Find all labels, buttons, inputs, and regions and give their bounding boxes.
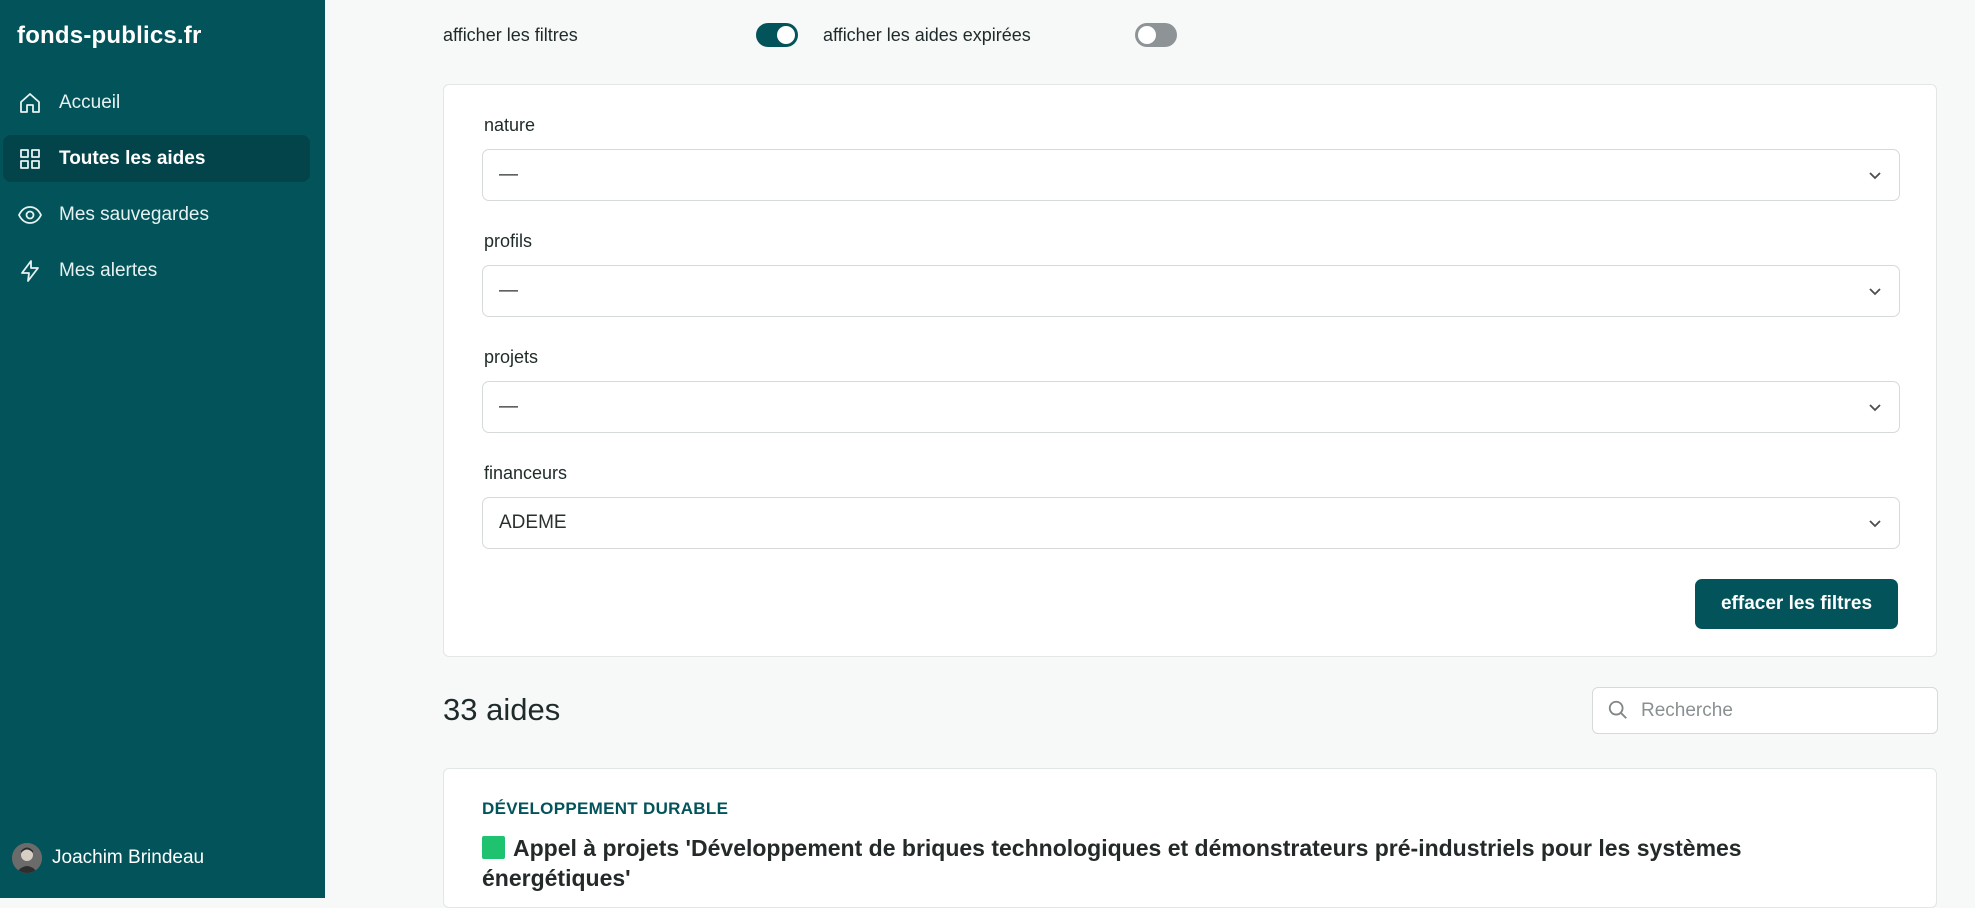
main-content: afficher les filtres afficher les aides … [325, 0, 1975, 908]
filter-nature: nature — [482, 115, 1900, 201]
filter-label: profils [484, 231, 533, 251]
sidebar-item-label: Accueil [59, 91, 121, 113]
chevron-down-icon [1865, 513, 1885, 533]
search-icon [1607, 699, 1631, 723]
home-icon [17, 90, 43, 116]
sidebar-nav: Accueil Toutes les aides Mes sauvegardes… [3, 79, 310, 303]
show-expired-toggle[interactable] [1135, 23, 1177, 47]
toggle-bar: afficher les filtres afficher les aides … [443, 18, 1177, 52]
filter-projets: projets — [482, 347, 1900, 433]
search-box[interactable] [1592, 687, 1938, 734]
filter-financeurs: financeurs ADEME [482, 463, 1900, 549]
sidebar-item-label: Mes sauvegardes [59, 203, 209, 225]
select-value: — [499, 164, 518, 185]
select-value: — [499, 280, 518, 301]
status-square-icon [482, 836, 505, 859]
filters-panel: nature — profils — projets — financeurs … [443, 84, 1937, 657]
show-filters-label: afficher les filtres [443, 24, 578, 45]
user-name: Joachim Brindeau [52, 847, 205, 868]
projets-select[interactable]: — [482, 381, 1900, 433]
sidebar-item-mes-sauvegardes[interactable]: Mes sauvegardes [3, 191, 310, 238]
toggle-knob [777, 26, 795, 44]
sidebar: fonds-publics.fr Accueil Toutes les aide… [0, 0, 325, 898]
chevron-down-icon [1865, 281, 1885, 301]
search-input[interactable] [1641, 699, 1921, 722]
sidebar-item-accueil[interactable]: Accueil [3, 79, 310, 126]
filter-label: financeurs [484, 463, 568, 483]
toggle-knob [1138, 26, 1156, 44]
filter-profils: profils — [482, 231, 1900, 317]
sidebar-item-label: Mes alertes [59, 259, 158, 281]
sidebar-item-toutes-les-aides[interactable]: Toutes les aides [3, 135, 310, 182]
chevron-down-icon [1865, 397, 1885, 417]
chevron-down-icon [1865, 165, 1885, 185]
select-value: ADEME [499, 512, 567, 533]
filter-label: nature [484, 115, 536, 135]
filter-label: projets [484, 347, 539, 367]
user-profile[interactable]: Joachim Brindeau [12, 843, 204, 873]
select-value: — [499, 396, 518, 417]
aid-title-text: Appel à projets 'Développement de brique… [482, 835, 1742, 891]
results-count: 33 aides [443, 692, 561, 727]
show-expired-label: afficher les aides expirées [823, 24, 1031, 45]
grid-icon [17, 146, 43, 172]
category-tag: DÉVELOPPEMENT DURABLE [482, 799, 729, 818]
aid-card[interactable]: DÉVELOPPEMENT DURABLE Appel à projets 'D… [443, 768, 1937, 908]
show-filters-toggle[interactable] [756, 23, 798, 47]
nature-select[interactable]: — [482, 149, 1900, 201]
clear-filters-button[interactable]: effacer les filtres [1695, 579, 1898, 629]
app-logo[interactable]: fonds-publics.fr [17, 22, 202, 50]
aid-title[interactable]: Appel à projets 'Développement de brique… [482, 833, 1812, 893]
sidebar-item-mes-alertes[interactable]: Mes alertes [3, 247, 310, 294]
sidebar-item-label: Toutes les aides [59, 147, 206, 169]
financeurs-select[interactable]: ADEME [482, 497, 1900, 549]
avatar [12, 843, 42, 873]
lightning-icon [17, 258, 43, 284]
profils-select[interactable]: — [482, 265, 1900, 317]
eye-icon [17, 202, 43, 228]
